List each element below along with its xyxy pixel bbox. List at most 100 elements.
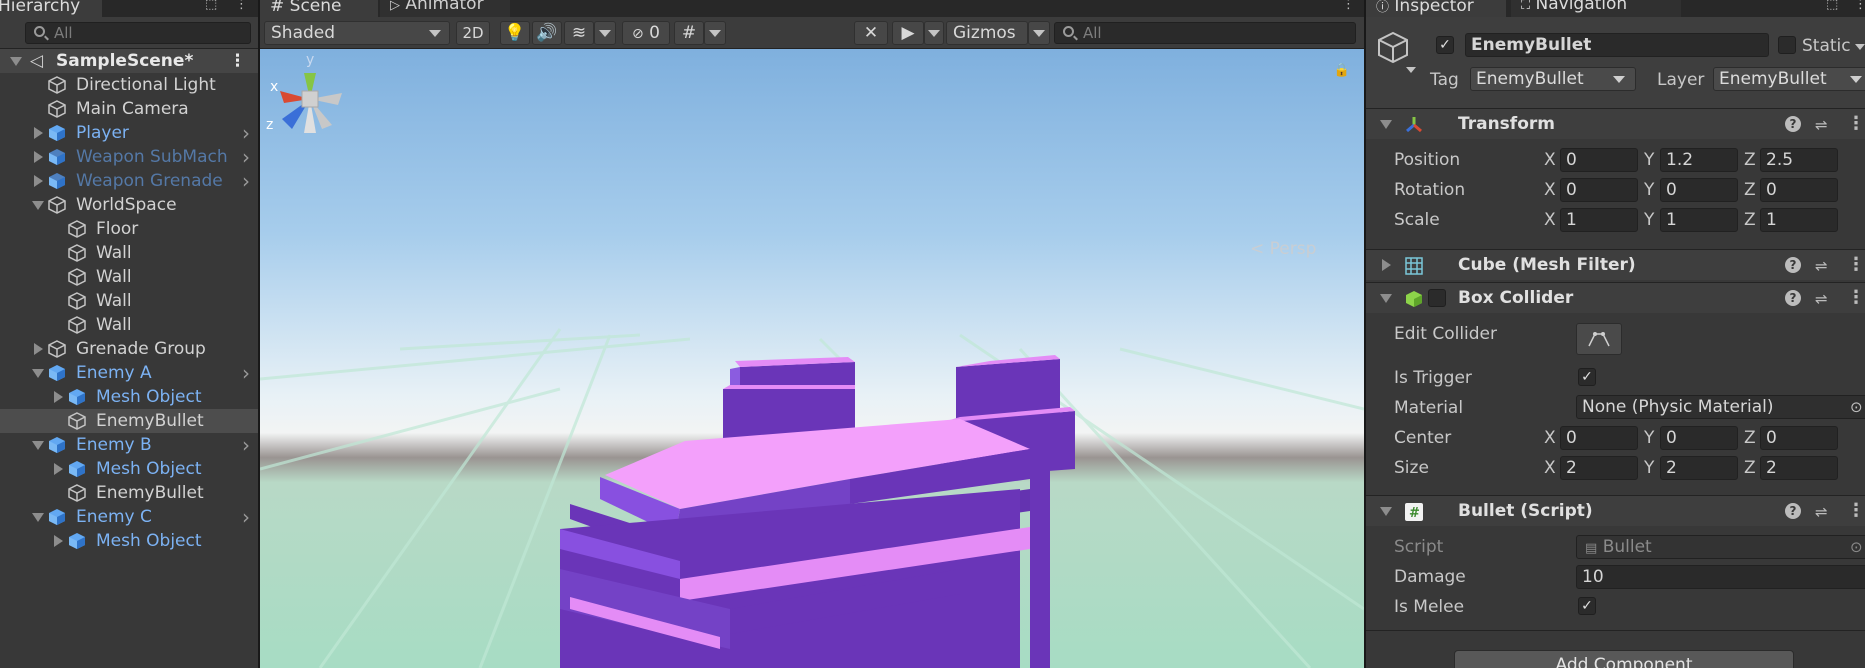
- fold-arrow-icon[interactable]: [34, 343, 43, 355]
- chevron-down-icon[interactable]: [1855, 44, 1865, 50]
- fold-arrow-icon[interactable]: [32, 201, 44, 210]
- axis-y-label[interactable]: Y: [1644, 150, 1654, 170]
- fold-arrow-icon[interactable]: [54, 535, 63, 547]
- help-icon[interactable]: ?: [1785, 503, 1801, 519]
- kebab-menu-icon[interactable]: ⋮: [1847, 287, 1865, 308]
- position-z-field[interactable]: 2.5: [1760, 148, 1838, 172]
- fold-arrow-icon[interactable]: [32, 369, 44, 378]
- edit-collider-button[interactable]: [1576, 323, 1622, 355]
- fold-arrow-icon[interactable]: [34, 175, 43, 187]
- tab-inspector[interactable]: ⓘ Inspector: [1366, 0, 1506, 17]
- hidden-objects-toggle[interactable]: ⊘ 0: [622, 21, 670, 45]
- transform-component-header[interactable]: Transform ? ⇌ ⋮: [1366, 108, 1865, 139]
- material-field[interactable]: None (Physic Material): [1576, 395, 1865, 419]
- scene-search-input[interactable]: All: [1054, 22, 1356, 44]
- camera-dropdown[interactable]: [924, 21, 944, 45]
- hierarchy-item[interactable]: EnemyBullet: [0, 481, 258, 505]
- hierarchy-item[interactable]: Grenade Group: [0, 337, 258, 361]
- hierarchy-search-input[interactable]: All: [25, 22, 251, 44]
- bullet-script-component-header[interactable]: # Bullet (Script) ? ⇌ ⋮: [1366, 495, 1865, 526]
- active-checkbox[interactable]: ✓: [1436, 36, 1454, 54]
- axis-y-label[interactable]: Y: [1644, 458, 1654, 478]
- chevron-right-icon[interactable]: ›: [242, 361, 250, 385]
- hierarchy-item[interactable]: Wall: [0, 265, 258, 289]
- axis-z-label[interactable]: Z: [1744, 180, 1756, 200]
- hierarchy-item[interactable]: EnemyBullet: [0, 409, 258, 433]
- kebab-menu-icon[interactable]: ⋮: [1854, 0, 1865, 12]
- hierarchy-item[interactable]: Floor: [0, 217, 258, 241]
- hierarchy-item[interactable]: Directional Light: [0, 73, 258, 97]
- size-z-field[interactable]: 2: [1760, 456, 1838, 480]
- perspective-label[interactable]: < Persp: [1250, 239, 1316, 259]
- axis-y-label[interactable]: Y: [1644, 180, 1654, 200]
- center-z-field[interactable]: 0: [1760, 426, 1838, 450]
- damage-field[interactable]: 10: [1576, 565, 1865, 589]
- rotation-z-field[interactable]: 0: [1760, 178, 1838, 202]
- position-x-field[interactable]: 0: [1560, 148, 1638, 172]
- chevron-right-icon[interactable]: ›: [242, 433, 250, 457]
- layer-dropdown[interactable]: EnemyBullet: [1713, 67, 1865, 91]
- chevron-right-icon[interactable]: ›: [242, 121, 250, 145]
- orientation-gizmo[interactable]: y x z: [260, 49, 360, 149]
- size-y-field[interactable]: 2: [1660, 456, 1738, 480]
- hierarchy-item[interactable]: Main Camera: [0, 97, 258, 121]
- box-collider-component-header[interactable]: Box Collider ? ⇌ ⋮: [1366, 282, 1865, 313]
- chevron-right-icon[interactable]: ›: [242, 145, 250, 169]
- scale-y-field[interactable]: 1: [1660, 208, 1738, 232]
- is-melee-checkbox[interactable]: ✓: [1578, 597, 1596, 615]
- axis-z-label[interactable]: Z: [1744, 428, 1756, 448]
- axis-y-label[interactable]: Y: [1644, 210, 1654, 230]
- hierarchy-item[interactable]: WorldSpace: [0, 193, 258, 217]
- kebab-menu-icon[interactable]: ⋮: [235, 0, 254, 12]
- hierarchy-item[interactable]: Enemy B ›: [0, 433, 258, 457]
- axis-x-label[interactable]: X: [1544, 180, 1556, 200]
- lighting-toggle-icon[interactable]: 💡: [500, 21, 530, 45]
- gizmos-button[interactable]: Gizmos: [946, 21, 1028, 45]
- tab-animator[interactable]: ▷ Animator: [380, 0, 510, 17]
- hierarchy-item[interactable]: Enemy C ›: [0, 505, 258, 529]
- fold-arrow-icon[interactable]: [54, 391, 63, 403]
- hierarchy-item[interactable]: Player ›: [0, 121, 258, 145]
- kebab-menu-icon[interactable]: ⋮: [1847, 500, 1865, 521]
- tag-dropdown[interactable]: EnemyBullet: [1470, 67, 1636, 91]
- axis-z-label[interactable]: Z: [1744, 150, 1756, 170]
- hierarchy-item[interactable]: Mesh Object: [0, 457, 258, 481]
- gameobject-icon[interactable]: [1374, 29, 1412, 67]
- kebab-menu-icon[interactable]: ⋮: [229, 49, 246, 73]
- hierarchy-item[interactable]: Mesh Object: [0, 529, 258, 553]
- tab-scene[interactable]: # Scene: [260, 0, 378, 17]
- axis-x-label[interactable]: X: [1544, 458, 1556, 478]
- tools-icon[interactable]: ✕: [854, 21, 888, 45]
- add-component-button[interactable]: Add Component: [1454, 650, 1794, 668]
- fold-arrow-icon[interactable]: [1382, 259, 1391, 271]
- axis-z-label[interactable]: Z: [1744, 458, 1756, 478]
- axis-x-label[interactable]: X: [1544, 210, 1556, 230]
- audio-toggle-icon[interactable]: 🔊: [532, 21, 562, 45]
- fold-arrow-icon[interactable]: [54, 463, 63, 475]
- camera-icon[interactable]: ▶: [892, 21, 924, 45]
- kebab-menu-icon[interactable]: ⋮: [1342, 0, 1361, 12]
- object-name-field[interactable]: EnemyBullet: [1465, 33, 1769, 57]
- center-x-field[interactable]: 0: [1560, 426, 1638, 450]
- toggle-2d-button[interactable]: 2D: [456, 21, 490, 45]
- grid-dropdown[interactable]: [704, 21, 726, 45]
- help-icon[interactable]: ?: [1785, 116, 1801, 132]
- presets-icon[interactable]: ⇌: [1815, 290, 1828, 308]
- chevron-right-icon[interactable]: ›: [242, 169, 250, 193]
- scale-z-field[interactable]: 1: [1760, 208, 1838, 232]
- fold-arrow-icon[interactable]: [1380, 120, 1392, 129]
- lock-icon[interactable]: ⬚: [1826, 0, 1844, 12]
- hierarchy-item[interactable]: Mesh Object: [0, 385, 258, 409]
- tab-hierarchy[interactable]: Hierarchy: [0, 0, 102, 17]
- hierarchy-item[interactable]: Wall: [0, 313, 258, 337]
- object-picker-icon[interactable]: ⊙: [1850, 398, 1863, 416]
- shading-mode-dropdown[interactable]: Shaded: [264, 21, 450, 45]
- fold-arrow-icon[interactable]: [1380, 294, 1392, 303]
- hierarchy-item[interactable]: Enemy A ›: [0, 361, 258, 385]
- box-collider-enabled-checkbox[interactable]: [1428, 289, 1446, 307]
- scene-viewport[interactable]: y x z 🔒 < Persp: [260, 49, 1364, 668]
- fold-arrow-icon[interactable]: [32, 513, 44, 522]
- hierarchy-item[interactable]: Weapon SubMach ›: [0, 145, 258, 169]
- scale-x-field[interactable]: 1: [1560, 208, 1638, 232]
- lock-icon[interactable]: 🔒: [1334, 63, 1350, 78]
